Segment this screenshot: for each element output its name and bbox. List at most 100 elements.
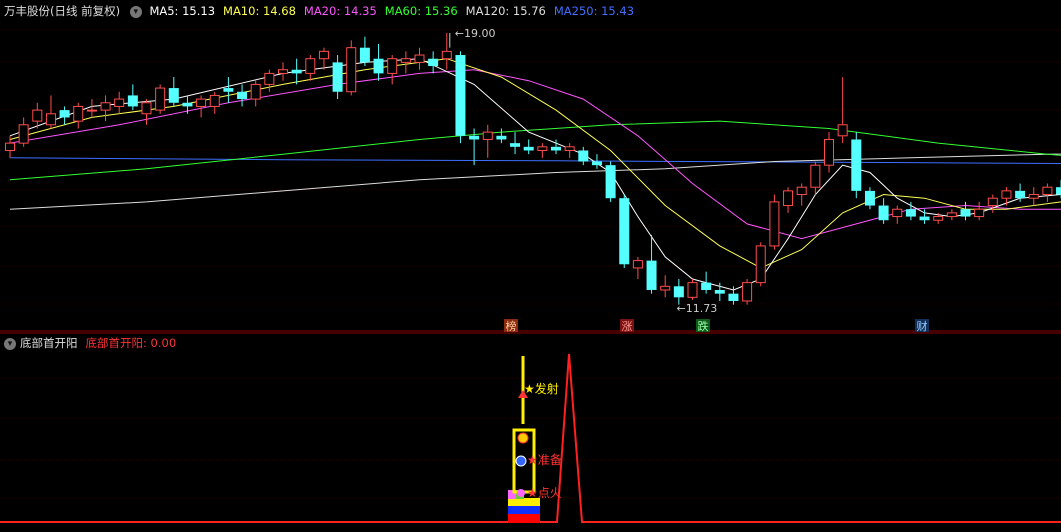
- candle-body: [769, 201, 780, 247]
- candle-body: [373, 58, 384, 74]
- fire-icon: [517, 489, 525, 497]
- ma60-line: [9, 120, 1061, 181]
- candle-body: [428, 58, 439, 67]
- candle-body: [359, 47, 370, 63]
- ma10-line: [9, 58, 1061, 269]
- event-marker-text: 财: [917, 319, 928, 333]
- candle-body: [878, 205, 889, 221]
- signal-bar: [508, 514, 540, 523]
- stock-name: 万丰股份: [4, 4, 50, 18]
- ma-legend-item: MA10: 14.68: [223, 4, 296, 18]
- signal-bar: [508, 506, 540, 514]
- candle-body: [182, 102, 193, 107]
- event-marker-text: 涨: [622, 320, 633, 333]
- candle-body: [496, 135, 507, 140]
- candle-body: [332, 62, 343, 92]
- candle-body: [59, 110, 70, 118]
- candle-body: [155, 87, 166, 111]
- candle-body: [933, 216, 944, 221]
- candle-body: [168, 88, 179, 103]
- candle-body: [537, 146, 548, 151]
- signal-prepare-label: ★准备: [527, 453, 562, 467]
- candle-body: [114, 98, 125, 107]
- candle-body: [482, 131, 493, 140]
- candle-body: [810, 164, 821, 188]
- candle-body: [714, 289, 725, 294]
- chart-stage: ←19.00 ←11.73 榜 涨 跌 财 ★发射 ★准备 ★点火 万丰股份(日线 前复权) ▾…: [0, 0, 1061, 532]
- signal-ignite-label: ★点火: [527, 486, 562, 500]
- candle-body: [892, 208, 903, 218]
- candle-body: [796, 186, 807, 196]
- chevron-up-icon: [517, 432, 529, 444]
- candle-body: [414, 54, 425, 63]
- period-label[interactable]: (日线 前复权): [50, 4, 120, 18]
- candle-body: [974, 208, 985, 218]
- low-price-label: ←11.73: [677, 302, 718, 315]
- ma-legend-item: MA250: 15.43: [553, 4, 635, 18]
- candle-body: [400, 58, 411, 63]
- candle-body: [619, 198, 630, 265]
- event-marker-text: 榜: [506, 319, 517, 333]
- candle-body: [660, 285, 671, 291]
- candle-body: [905, 209, 916, 217]
- candlestick-chart[interactable]: ←19.00 ←11.73 榜 涨 跌 财 ★发射 ★准备 ★点火: [0, 0, 1061, 532]
- candle-body: [305, 58, 316, 74]
- candle-body: [264, 72, 275, 85]
- candle-body: [86, 109, 97, 112]
- chevron-down-icon[interactable]: ▾: [129, 5, 142, 18]
- candle-body: [469, 135, 480, 140]
- candle-body: [646, 260, 657, 290]
- candle-body: [919, 216, 930, 221]
- candle-body: [687, 282, 698, 298]
- candle-body: [864, 190, 875, 206]
- candle-body: [742, 282, 753, 302]
- candle-body: [510, 143, 521, 147]
- candle-body: [728, 293, 739, 301]
- candle-body: [237, 91, 248, 100]
- candle-body: [387, 58, 398, 74]
- candle-body: [523, 146, 534, 151]
- candle-body: [141, 102, 152, 115]
- candle-body: [196, 98, 207, 107]
- candle-body: [551, 146, 561, 151]
- ma-legend-item: MA120: 15.76: [465, 4, 546, 18]
- ma250-line: [9, 157, 1061, 164]
- candle-body: [783, 190, 794, 207]
- candle-body: [578, 150, 589, 162]
- candle-body: [73, 105, 84, 122]
- target-icon: [515, 455, 527, 467]
- candle-body: [755, 245, 766, 284]
- ma-legend-item: MA5: 15.13: [149, 4, 216, 18]
- candle-body: [851, 139, 862, 191]
- candle-body: [346, 47, 357, 93]
- candle-body: [1001, 190, 1012, 199]
- candle-body: [632, 260, 643, 269]
- candle-body: [127, 95, 138, 107]
- candle-body: [209, 94, 220, 107]
- candle-body: [318, 50, 329, 60]
- candle-body: [455, 55, 466, 136]
- candle-body: [100, 102, 111, 111]
- candle-body: [5, 142, 15, 151]
- candle-body: [250, 83, 261, 100]
- candle-body: [824, 138, 834, 166]
- ma-legend-item: MA20: 14.35: [303, 4, 377, 18]
- candle-body: [591, 161, 602, 166]
- candle-body: [45, 113, 56, 126]
- ma5-line: [9, 58, 1061, 291]
- candle-body: [1015, 190, 1026, 199]
- indicator-header: ▾ 底部首开阳 底部首开阳: 0.00: [4, 336, 176, 350]
- candle-body: [564, 146, 575, 151]
- candle-body: [18, 124, 29, 144]
- candle-body: [946, 212, 957, 218]
- candle-body: [278, 69, 288, 74]
- candle-body: [837, 124, 848, 137]
- indicator-value: 底部首开阳: 0.00: [85, 336, 177, 350]
- candle-body: [673, 286, 684, 298]
- indicator-name[interactable]: 底部首开阳: [20, 336, 78, 350]
- chevron-down-icon[interactable]: ▾: [4, 337, 16, 350]
- candle-body: [1028, 194, 1039, 199]
- signal-launch-label: ★发射: [524, 381, 559, 396]
- candle-body: [1042, 186, 1053, 196]
- candle-body: [960, 209, 971, 217]
